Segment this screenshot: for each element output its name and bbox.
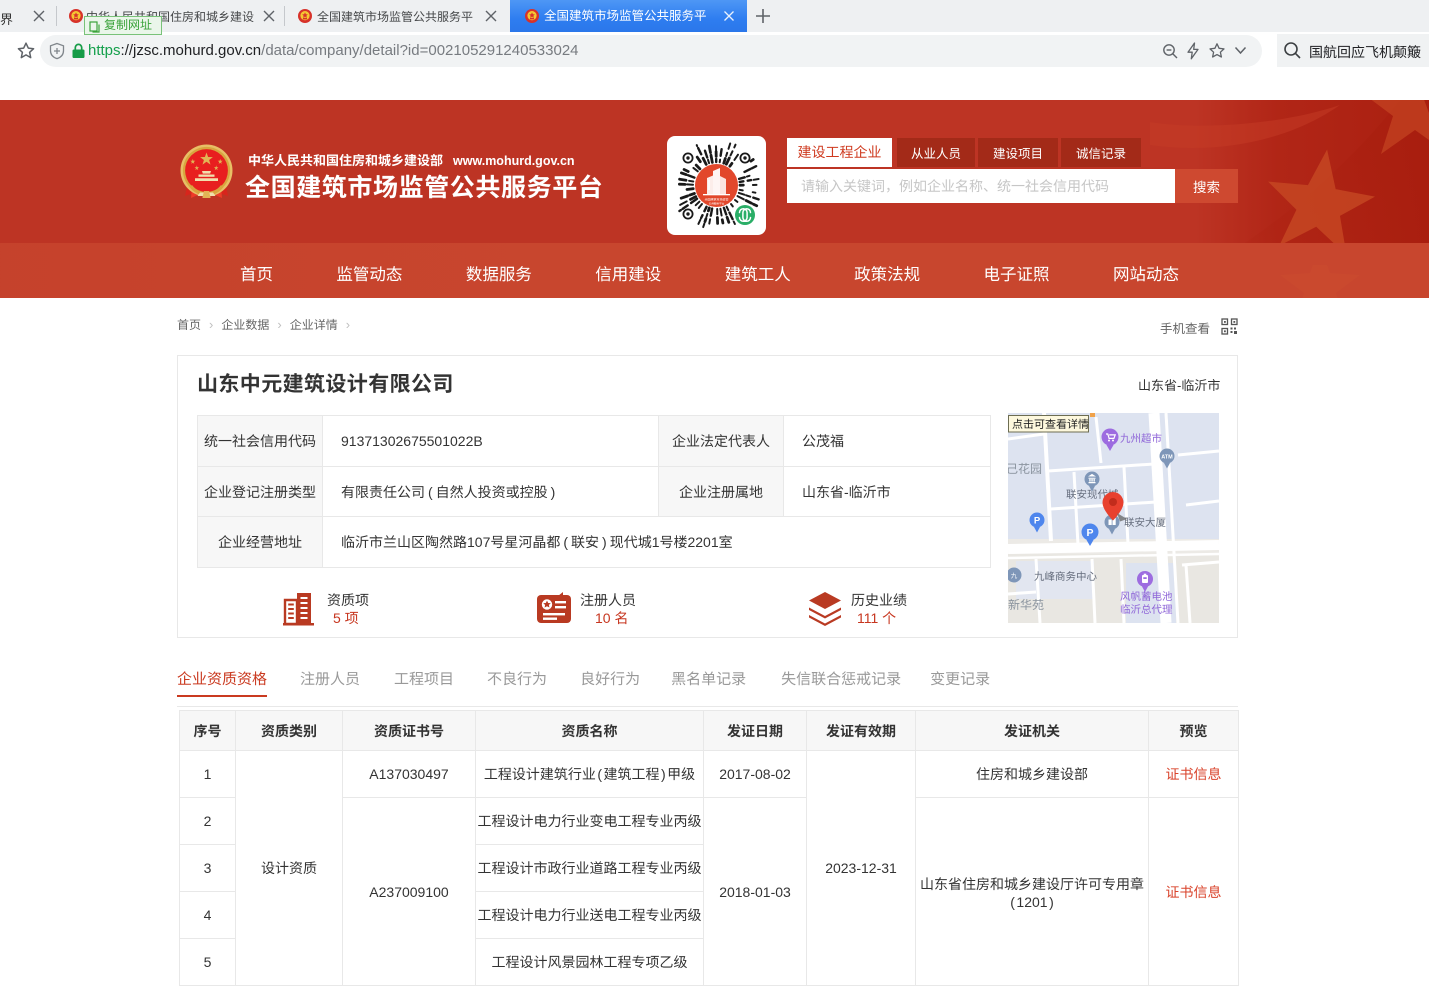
- svg-text:P: P: [1086, 527, 1093, 539]
- svg-text:九州超市: 九州超市: [1120, 431, 1162, 446]
- svg-text:ATM: ATM: [1161, 455, 1173, 461]
- svg-text:点击可查看详情: 点击可查看详情: [1012, 416, 1089, 432]
- svg-text:联安大厦: 联安大厦: [1124, 515, 1166, 530]
- svg-text:九峰商务中心: 九峰商务中心: [1034, 569, 1097, 584]
- svg-text:新华苑: 新华苑: [1008, 596, 1044, 613]
- svg-text:公共服务平台: 公共服务平台: [709, 202, 725, 206]
- svg-text:P: P: [1034, 516, 1041, 527]
- svg-text:己花园: 己花园: [1008, 460, 1042, 477]
- svg-text:临沂总代理: 临沂总代理: [1120, 602, 1173, 617]
- svg-text:九: 九: [1011, 570, 1018, 580]
